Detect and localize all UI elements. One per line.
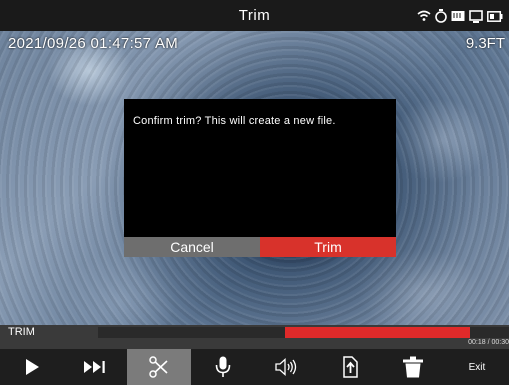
trim-timeline: TRIM 00:18 / 00:30: [0, 325, 509, 349]
display-icon: [469, 9, 483, 23]
exit-label: Exit: [468, 361, 486, 373]
microphone-button[interactable]: [191, 349, 255, 385]
timeline-track[interactable]: [98, 327, 509, 338]
microphone-icon: [215, 356, 230, 377]
title-bar: Trim: [0, 0, 509, 31]
battery-icon: [487, 10, 503, 22]
skip-forward-icon: [84, 361, 106, 373]
wifi-icon: [417, 10, 431, 21]
trim-confirm-button[interactable]: Trim: [260, 237, 396, 257]
bottom-toolbar: Exit: [0, 349, 509, 385]
timer-icon: [435, 9, 447, 23]
export-button[interactable]: [318, 349, 382, 385]
status-icons: [417, 8, 503, 24]
exit-button[interactable]: Exit: [445, 349, 509, 385]
export-icon: [343, 356, 358, 378]
timestamp: 2021/09/26 01:47:57 AM: [8, 35, 179, 52]
cancel-button[interactable]: Cancel: [124, 237, 260, 257]
trim-selection-range[interactable]: [285, 327, 471, 338]
confirm-trim-dialog: Confirm trim? This will create a new fil…: [124, 99, 396, 257]
trim-tool-button[interactable]: [127, 349, 191, 385]
dialog-message: Confirm trim? This will create a new fil…: [133, 115, 336, 127]
scissors-icon: [149, 356, 168, 378]
volume-button[interactable]: [254, 349, 318, 385]
distance-readout: 9.3FT: [465, 35, 505, 52]
play-button[interactable]: [0, 349, 64, 385]
delete-button[interactable]: [382, 349, 446, 385]
speaker-icon: [275, 358, 297, 376]
trash-icon: [403, 356, 424, 378]
timeline-label: TRIM: [8, 326, 35, 338]
storage-icon: [451, 11, 465, 21]
play-icon: [25, 359, 39, 375]
skip-forward-button[interactable]: [64, 349, 128, 385]
playback-time: 00:18 / 00:30: [468, 339, 509, 346]
